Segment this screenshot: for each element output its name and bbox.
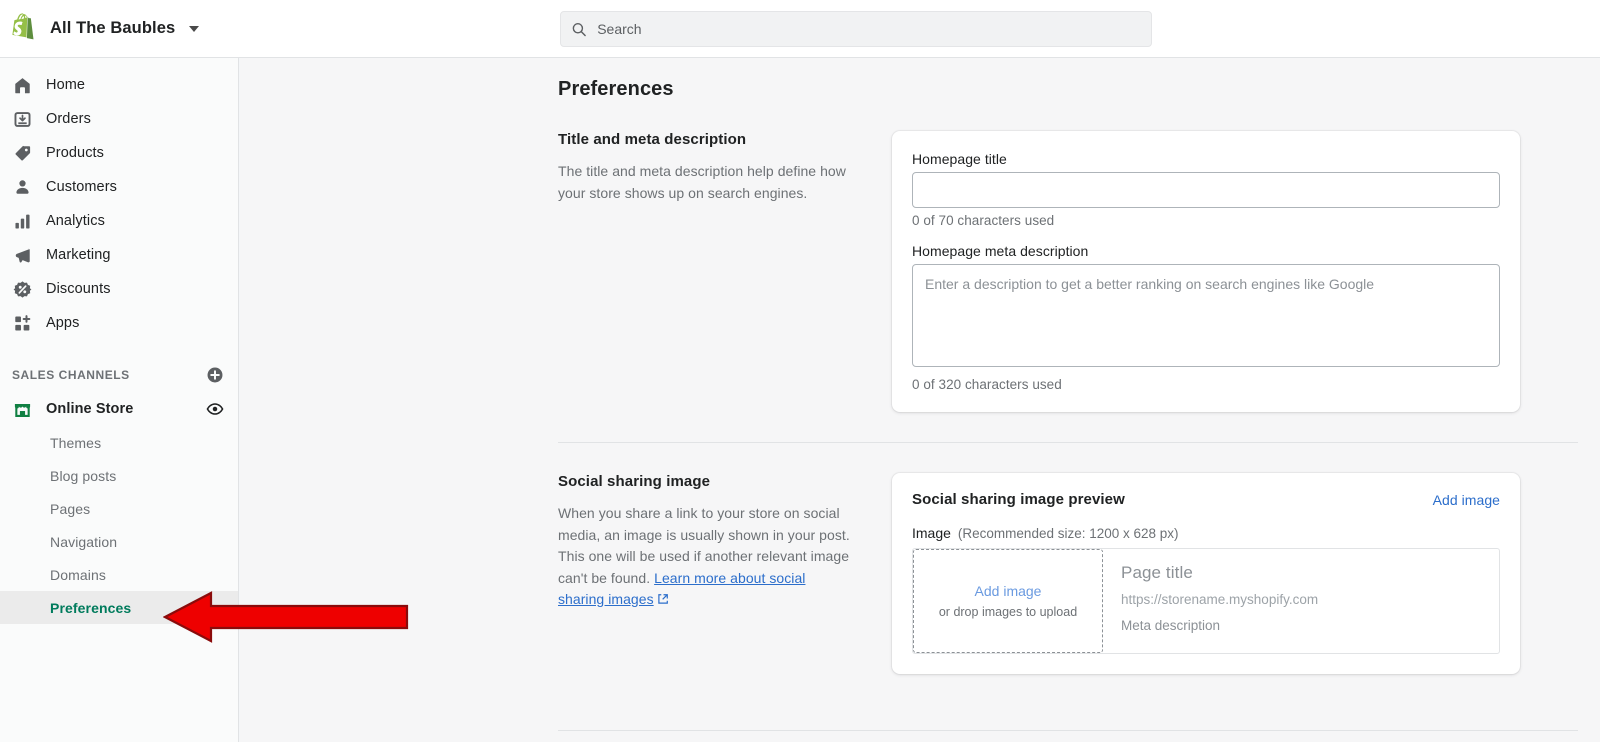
sub-item-label: Navigation (50, 533, 118, 550)
sales-channels-header: SALES CHANNELS (0, 362, 238, 388)
social-preview-card: Social sharing image preview Add image I… (892, 473, 1520, 674)
sidebar: Home Orders Products Customers Analytics… (0, 58, 239, 742)
social-sharing-section: Social sharing image When you share a li… (558, 473, 1520, 674)
meta-description-textarea[interactable] (912, 264, 1500, 367)
sidebar-item-customers[interactable]: Customers (0, 170, 238, 204)
sub-item-label: Preferences (50, 599, 132, 616)
chevron-down-icon (189, 25, 200, 32)
sidebar-item-blog-posts[interactable]: Blog posts (0, 459, 238, 492)
sales-channels-title: SALES CHANNELS (12, 368, 130, 382)
sidebar-item-label: Orders (46, 111, 91, 127)
store-name: All The Baubles (50, 19, 176, 37)
sidebar-item-label: Marketing (46, 247, 111, 263)
preview-page-title: Page title (1121, 563, 1193, 582)
sidebar-item-domains[interactable]: Domains (0, 558, 238, 591)
title-meta-section: Title and meta description The title and… (558, 131, 1520, 412)
image-label-row: Image (Recommended size: 1200 x 628 px) (912, 525, 1500, 541)
preview-meta-description: Meta description (1121, 618, 1221, 633)
sidebar-item-online-store[interactable]: Online Store (0, 392, 238, 426)
dropzone-add-image-link[interactable]: Add image (975, 583, 1042, 599)
meta-description-label: Homepage meta description (912, 243, 1089, 259)
section-heading: Title and meta description (558, 131, 747, 148)
eye-icon[interactable] (206, 400, 224, 418)
storefront-icon (12, 399, 32, 419)
store-switcher[interactable]: All The Baubles (0, 0, 239, 57)
section-description: When you share a link to your store on s… (558, 503, 850, 612)
sidebar-item-label: Products (46, 145, 105, 161)
add-image-action[interactable]: Add image (1433, 492, 1500, 508)
plus-circle-icon[interactable] (206, 366, 224, 384)
search-icon (572, 22, 586, 36)
sidebar-item-themes[interactable]: Themes (0, 426, 238, 459)
section-description: The title and meta description help defi… (558, 163, 846, 201)
homepage-title-label: Homepage title (912, 151, 1007, 167)
marketing-megaphone-icon (12, 245, 32, 265)
sub-item-label: Themes (50, 434, 102, 451)
sidebar-item-marketing[interactable]: Marketing (0, 238, 238, 272)
sidebar-item-analytics[interactable]: Analytics (0, 204, 238, 238)
dropzone-hint: or drop images to upload (938, 605, 1078, 619)
image-size-hint: (Recommended size: 1200 x 628 px) (957, 526, 1179, 541)
sub-item-label: Pages (50, 500, 91, 517)
page-title: Preferences (558, 78, 674, 100)
preview-url: https://storename.myshopify.com (1121, 592, 1319, 607)
preview-card-body: Image (Recommended size: 1200 x 628 px) … (892, 525, 1520, 674)
title-meta-description-column: Title and meta description The title and… (558, 131, 892, 412)
preview-card-title: Social sharing image preview (912, 491, 1125, 508)
sidebar-item-label: Analytics (46, 213, 105, 229)
sidebar-item-label: Apps (46, 315, 80, 331)
homepage-title-counter: 0 of 70 characters used (912, 213, 1055, 228)
sidebar-item-navigation[interactable]: Navigation (0, 525, 238, 558)
shopify-bag-icon (12, 12, 34, 39)
top-bar: All The Baubles (0, 0, 1600, 58)
sidebar-item-label: Home (46, 77, 86, 93)
analytics-bars-icon (12, 211, 32, 231)
sidebar-item-orders[interactable]: Orders (0, 102, 238, 136)
sidebar-item-apps[interactable]: Apps (0, 306, 238, 340)
bottom-divider (558, 730, 1578, 731)
image-label: Image (912, 525, 951, 541)
sidebar-item-label: Discounts (46, 281, 111, 297)
sidebar-item-home[interactable]: Home (0, 68, 238, 102)
image-dropzone[interactable]: Add image or drop images to upload (913, 549, 1103, 653)
section-divider (558, 442, 1578, 443)
home-icon (12, 75, 32, 95)
sidebar-item-preferences[interactable]: Preferences (0, 591, 238, 624)
discount-badge-icon (12, 279, 32, 299)
meta-description-counter: 0 of 320 characters used (912, 377, 1062, 392)
channel-label: Online Store (46, 401, 134, 417)
product-tag-icon (12, 143, 32, 163)
preview-box: Add image or drop images to upload Page … (912, 548, 1500, 654)
social-description-column: Social sharing image When you share a li… (558, 473, 892, 674)
search-bar[interactable] (560, 11, 1152, 47)
main-content: Preferences Title and meta description T… (240, 58, 1600, 742)
sub-item-label: Blog posts (50, 467, 117, 484)
orders-inbox-icon (12, 109, 32, 129)
preview-card-header: Social sharing image preview Add image (892, 473, 1520, 525)
external-link-icon (657, 590, 669, 612)
sidebar-item-products[interactable]: Products (0, 136, 238, 170)
sub-item-label: Domains (50, 566, 106, 583)
search-input[interactable] (597, 12, 1141, 46)
sidebar-item-discounts[interactable]: Discounts (0, 272, 238, 306)
title-meta-card: Homepage title 0 of 70 characters used H… (892, 131, 1520, 412)
customer-person-icon (12, 177, 32, 197)
preview-meta: Page title https://storename.myshopify.c… (1103, 549, 1499, 653)
sidebar-item-label: Customers (46, 179, 117, 195)
apps-grid-plus-icon (12, 313, 32, 333)
homepage-title-input[interactable] (912, 172, 1500, 208)
section-heading: Social sharing image (558, 473, 711, 490)
sidebar-item-pages[interactable]: Pages (0, 492, 238, 525)
